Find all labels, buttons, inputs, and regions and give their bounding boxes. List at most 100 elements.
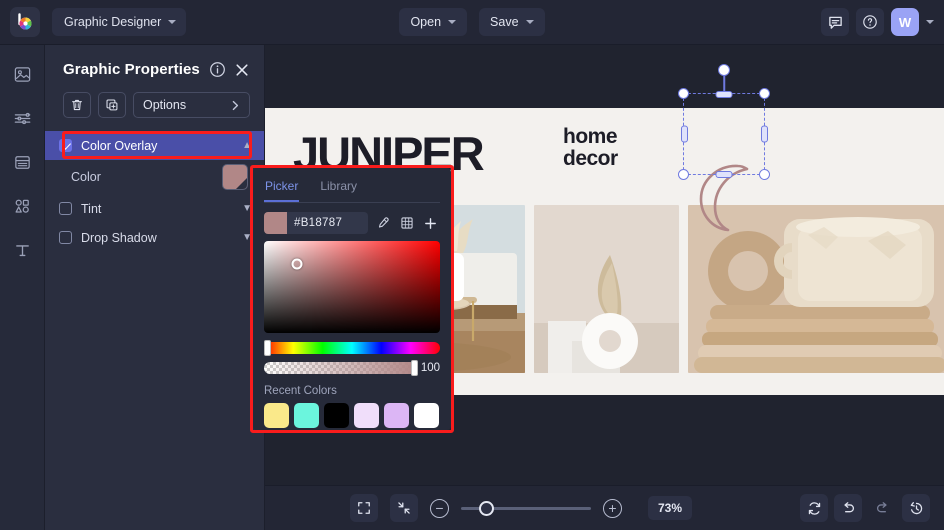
brand-sub-line1: home (563, 125, 618, 148)
refresh-button[interactable] (800, 494, 828, 522)
redo-button[interactable] (868, 494, 896, 522)
app-root: Graphic Designer Open Save W Graphic Pro… (0, 0, 944, 530)
add-color-button[interactable] (421, 213, 440, 233)
resize-handle-tr[interactable] (759, 88, 770, 99)
left-tool-rail (0, 45, 45, 530)
right-actions: W (821, 8, 934, 36)
hex-input[interactable]: #B18787 (264, 212, 368, 234)
chevron-down-icon (448, 20, 457, 24)
rotate-handle[interactable] (718, 64, 730, 76)
image-icon (14, 66, 30, 82)
avatar-chevron-down-icon[interactable] (926, 20, 934, 24)
center-actions: Open Save (382, 8, 562, 36)
color-overlay-checkbox[interactable] (59, 139, 72, 152)
tab-library[interactable]: Library (319, 176, 358, 202)
open-button[interactable]: Open (399, 8, 468, 36)
history-icon (910, 501, 922, 514)
alpha-slider[interactable] (264, 360, 418, 376)
resize-handle-bottom[interactable] (715, 170, 733, 178)
fit-screen-icon (358, 502, 370, 514)
top-toolbar: Graphic Designer Open Save W (0, 0, 944, 45)
resize-handle-tl[interactable] (678, 88, 689, 99)
zoom-level[interactable]: 73% (648, 496, 693, 520)
brand-sub-line2: decor (563, 146, 618, 170)
resize-handle-top[interactable] (715, 90, 733, 98)
sidebar-item-layers[interactable] (9, 149, 35, 175)
delete-graphic-button[interactable] (63, 92, 91, 118)
history-button[interactable] (902, 494, 930, 522)
graphic-properties-panel: Graphic Properties Options Color Overlay… (45, 45, 265, 530)
hue-slider[interactable] (264, 340, 440, 356)
vase-illustration (534, 205, 679, 373)
collapse-button[interactable] (390, 494, 418, 522)
recent-color-swatch-3[interactable] (354, 403, 379, 428)
sv-cursor[interactable] (291, 258, 303, 270)
info-icon (210, 62, 225, 77)
sidebar-item-edit[interactable] (9, 105, 35, 131)
recent-color-swatch-2[interactable] (324, 403, 349, 428)
sidebar-item-text[interactable] (9, 237, 35, 263)
resize-handle-bl[interactable] (678, 169, 689, 180)
chevron-down-icon (168, 20, 177, 24)
selection-frame (678, 64, 770, 180)
brand-subtitle: home decor (563, 126, 618, 170)
drop-shadow-checkbox[interactable] (59, 231, 72, 244)
close-panel-button[interactable] (234, 62, 250, 78)
recent-color-swatch-0[interactable] (264, 403, 289, 428)
section-color-overlay[interactable]: Color Overlay ▲ (45, 131, 264, 160)
undo-button[interactable] (834, 494, 862, 522)
section-drop-shadow[interactable]: Drop Shadow ▼ (45, 223, 264, 252)
chevron-up-icon: ▲ (242, 140, 252, 151)
document-selector[interactable]: Graphic Designer (52, 8, 187, 36)
feedback-button[interactable] (821, 8, 849, 36)
befunky-logo[interactable] (10, 7, 40, 37)
tab-picker[interactable]: Picker (264, 176, 300, 202)
vase-pampas-photo[interactable] (534, 205, 679, 373)
fit-screen-button[interactable] (350, 494, 378, 522)
effect-sections: Color Overlay ▲ Color Tint ▼ Drop Shadow… (45, 131, 264, 252)
zoom-in-button[interactable]: + (603, 498, 622, 518)
shapes-icon (15, 199, 29, 213)
recent-color-swatch-4[interactable] (384, 403, 409, 428)
section-tint[interactable]: Tint ▼ (45, 194, 264, 223)
page-title: Graphic Properties (63, 61, 200, 78)
undo-icon (843, 501, 854, 512)
recent-colors-label: Recent Colors (264, 385, 337, 397)
palette-button[interactable] (397, 213, 416, 233)
open-label: Open (410, 15, 442, 29)
info-button[interactable] (209, 61, 226, 78)
hue-slider-thumb[interactable] (264, 340, 271, 356)
resize-handle-br[interactable] (759, 169, 770, 180)
color-swatch-button[interactable] (222, 164, 248, 190)
grid-palette-icon (400, 217, 413, 229)
help-button[interactable] (856, 8, 884, 36)
save-button[interactable]: Save (479, 8, 545, 36)
refresh-icon (808, 501, 820, 515)
recent-color-swatch-5[interactable] (414, 403, 439, 428)
avatar[interactable]: W (891, 8, 919, 36)
eyedropper-button[interactable] (373, 213, 392, 233)
plus-icon (425, 217, 436, 229)
resize-handle-right[interactable] (760, 125, 768, 143)
options-button[interactable]: Options (133, 92, 250, 118)
zoom-slider-thumb[interactable] (479, 500, 495, 516)
zoom-slider[interactable] (461, 500, 591, 516)
collapse-icon (398, 502, 410, 514)
panel-actions: Options (45, 78, 264, 118)
color-overlay-label: Color Overlay (81, 138, 158, 153)
resize-handle-left[interactable] (680, 125, 688, 143)
chevron-down-icon: ▼ (242, 232, 252, 243)
sidebar-item-graphics[interactable] (9, 193, 35, 219)
color-picker-popup[interactable]: Picker Library #B18787 100 Recent Colors (253, 168, 451, 430)
tint-checkbox[interactable] (59, 202, 72, 215)
sidebar-item-image[interactable] (9, 61, 35, 87)
alpha-slider-thumb[interactable] (410, 360, 418, 376)
alpha-row: 100 (264, 360, 440, 376)
saturation-value-area[interactable] (264, 241, 440, 333)
close-icon (236, 63, 248, 76)
recent-color-swatch-1[interactable] (294, 403, 319, 428)
hex-row: #B18787 (264, 212, 440, 234)
duplicate-graphic-button[interactable] (98, 92, 126, 118)
chevron-down-icon: ▼ (242, 203, 252, 214)
zoom-out-button[interactable]: − (430, 498, 449, 518)
